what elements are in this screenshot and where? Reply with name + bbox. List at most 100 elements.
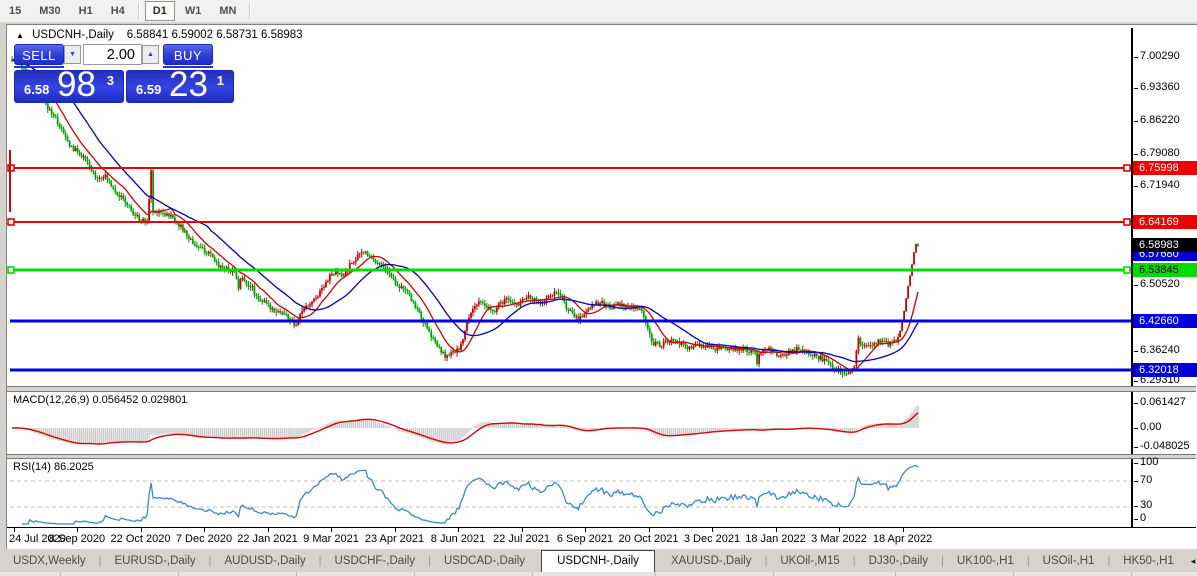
axis-tick: [1134, 121, 1138, 122]
axis-tick: [1134, 381, 1138, 382]
date-tick: [776, 528, 777, 532]
date-axis[interactable]: 24 Jul 20208 Sep 202022 Oct 20207 Dec 20…: [7, 527, 1196, 548]
rsi-label: RSI(14) 86.2025: [13, 461, 94, 473]
toolbar-separator: [249, 3, 251, 19]
axis-tick: [1134, 57, 1138, 58]
axis-label: 30: [1140, 499, 1152, 512]
price-badge-6_42660: 6.42660: [1133, 314, 1197, 328]
axis-tick: [1134, 481, 1138, 482]
timeframe-button-m30[interactable]: M30: [31, 1, 68, 21]
strip-divider: [1131, 572, 1132, 576]
date-label: 22 Oct 2020: [111, 533, 171, 545]
panel-divider-price-macd[interactable]: [7, 386, 1196, 392]
axis-tick: [1134, 154, 1138, 155]
buy-price-box[interactable]: 6.59 23 1: [126, 70, 234, 103]
tabs-scroll-left-icon[interactable]: ◂: [1191, 556, 1196, 566]
buy-price-big: 23: [169, 65, 208, 105]
axis-tick: [1134, 506, 1138, 507]
buy-price-sup: 1: [217, 73, 224, 88]
axis-tick: [1134, 403, 1138, 404]
tab-eurusd-daily[interactable]: EURUSD-,Daily: [102, 551, 209, 572]
axis-label: -0.048025: [1140, 440, 1190, 453]
tab-audusd-daily[interactable]: AUDUSD-,Daily: [212, 551, 319, 572]
sell-button[interactable]: SELL: [14, 44, 64, 65]
tab-hk50-h1[interactable]: HK50-,H1: [1110, 551, 1187, 572]
date-tick: [395, 528, 396, 532]
timeframe-button-w1[interactable]: W1: [177, 1, 210, 21]
tab-usdx-weekly[interactable]: USDX,Weekly: [0, 551, 99, 572]
tab-dj30-daily[interactable]: DJ30-,Daily: [856, 551, 941, 572]
axis-label: 6.93360: [1140, 81, 1180, 94]
buy-price-small: 6.59: [136, 82, 161, 97]
date-label: 18 Jan 2022: [745, 533, 806, 545]
volume-decrease-button[interactable]: ▼: [64, 45, 81, 64]
axis-tick: [1134, 88, 1138, 89]
strip-divider: [773, 572, 774, 576]
tab-usoil-h1[interactable]: USOil-,H1: [1030, 551, 1108, 572]
axis-label: 6.50520: [1140, 278, 1180, 291]
date-label: 20 Oct 2021: [619, 533, 679, 545]
price-badge-6_32018: 6.32018: [1133, 363, 1197, 377]
date-tick: [331, 528, 332, 532]
sell-price-big: 98: [57, 65, 96, 105]
price-badge-6_64169: 6.64169: [1133, 215, 1197, 229]
timeframe-button-d1[interactable]: D1: [145, 1, 175, 21]
axis-label: 0: [1140, 512, 1146, 525]
volume-increase-button[interactable]: ▲: [142, 45, 159, 64]
timeframe-button-h1[interactable]: H1: [71, 1, 101, 21]
axis-label: 6.86220: [1140, 114, 1180, 127]
date-tick: [141, 528, 142, 532]
date-label: 22 Jan 2021: [237, 533, 298, 545]
date-tick: [585, 528, 586, 532]
chart-title: ▲ USDCNH-,Daily 6.58841 6.59002 6.58731 …: [16, 29, 303, 41]
date-tick: [458, 528, 459, 532]
axis-tick: [1134, 186, 1138, 187]
timeframe-button-mn[interactable]: MN: [211, 1, 244, 21]
date-label: 9 Mar 2021: [303, 533, 359, 545]
strip-divider: [532, 572, 533, 576]
buy-button[interactable]: BUY: [163, 44, 213, 65]
volume-input[interactable]: [83, 44, 142, 65]
one-click-trading-widget: SELL ▼ ▲ BUY 6.58 98 3 6.59 23 1: [12, 44, 234, 104]
timeframe-button-15[interactable]: 15: [1, 1, 29, 21]
tab-usdchf-daily[interactable]: USDCHF-,Daily: [322, 551, 429, 572]
sell-price-sup: 3: [107, 73, 114, 88]
sell-price-box[interactable]: 6.58 98 3: [14, 70, 124, 103]
timeframe-button-h4[interactable]: H4: [103, 1, 133, 21]
axis-tick: [1134, 447, 1138, 448]
axis-label: 0.061427: [1140, 396, 1186, 409]
date-tick: [712, 528, 713, 532]
rsi-value: 86.2025: [54, 461, 94, 473]
tab-ukoil-m15[interactable]: UKOil-,M15: [767, 551, 852, 572]
date-label: 8 Sep 2020: [49, 533, 105, 545]
axis-label: 100: [1140, 456, 1158, 469]
date-label: 3 Dec 2021: [684, 533, 740, 545]
axis-label: 0.00: [1140, 421, 1161, 434]
axis-tick: [1134, 351, 1138, 352]
axis-tick: [1134, 428, 1138, 429]
panel-divider-macd-rsi[interactable]: [7, 454, 1196, 459]
price-badge-6_58983: 6.58983: [1133, 238, 1197, 252]
strip-divider: [655, 572, 656, 576]
date-label: 23 Apr 2021: [365, 533, 424, 545]
strip-divider: [178, 572, 179, 576]
bottom-strip: [0, 572, 1197, 576]
axis-label: 6.71940: [1140, 179, 1180, 192]
timeframe-toolbar: 15M30H1H4 D1W1MN: [0, 0, 1197, 23]
date-label: 7 Dec 2020: [176, 533, 232, 545]
strip-divider: [414, 572, 415, 576]
tab-uk100-h1[interactable]: UK100-,H1: [944, 551, 1027, 572]
collapse-quote-panel-icon[interactable]: ▲: [16, 31, 24, 40]
tab-xauusd-daily[interactable]: XAUUSD-,Daily: [658, 551, 765, 572]
tab-usdcad-daily[interactable]: USDCAD-,Daily: [431, 551, 538, 572]
tab-scroll-arrows: ◂▸: [1187, 556, 1197, 572]
tab-usdcnh-daily[interactable]: USDCNH-,Daily: [541, 550, 655, 573]
axis-label: 70: [1140, 474, 1152, 487]
symbol-tab-bar: USDX,Weekly|EURUSD-,Daily|AUDUSD-,Daily|…: [0, 549, 1197, 572]
date-tick: [839, 528, 840, 532]
macd-label: MACD(12,26,9) 0.056452 0.029801: [13, 394, 187, 406]
date-tick: [522, 528, 523, 532]
strip-divider: [895, 572, 896, 576]
date-tick: [268, 528, 269, 532]
date-tick: [204, 528, 205, 532]
